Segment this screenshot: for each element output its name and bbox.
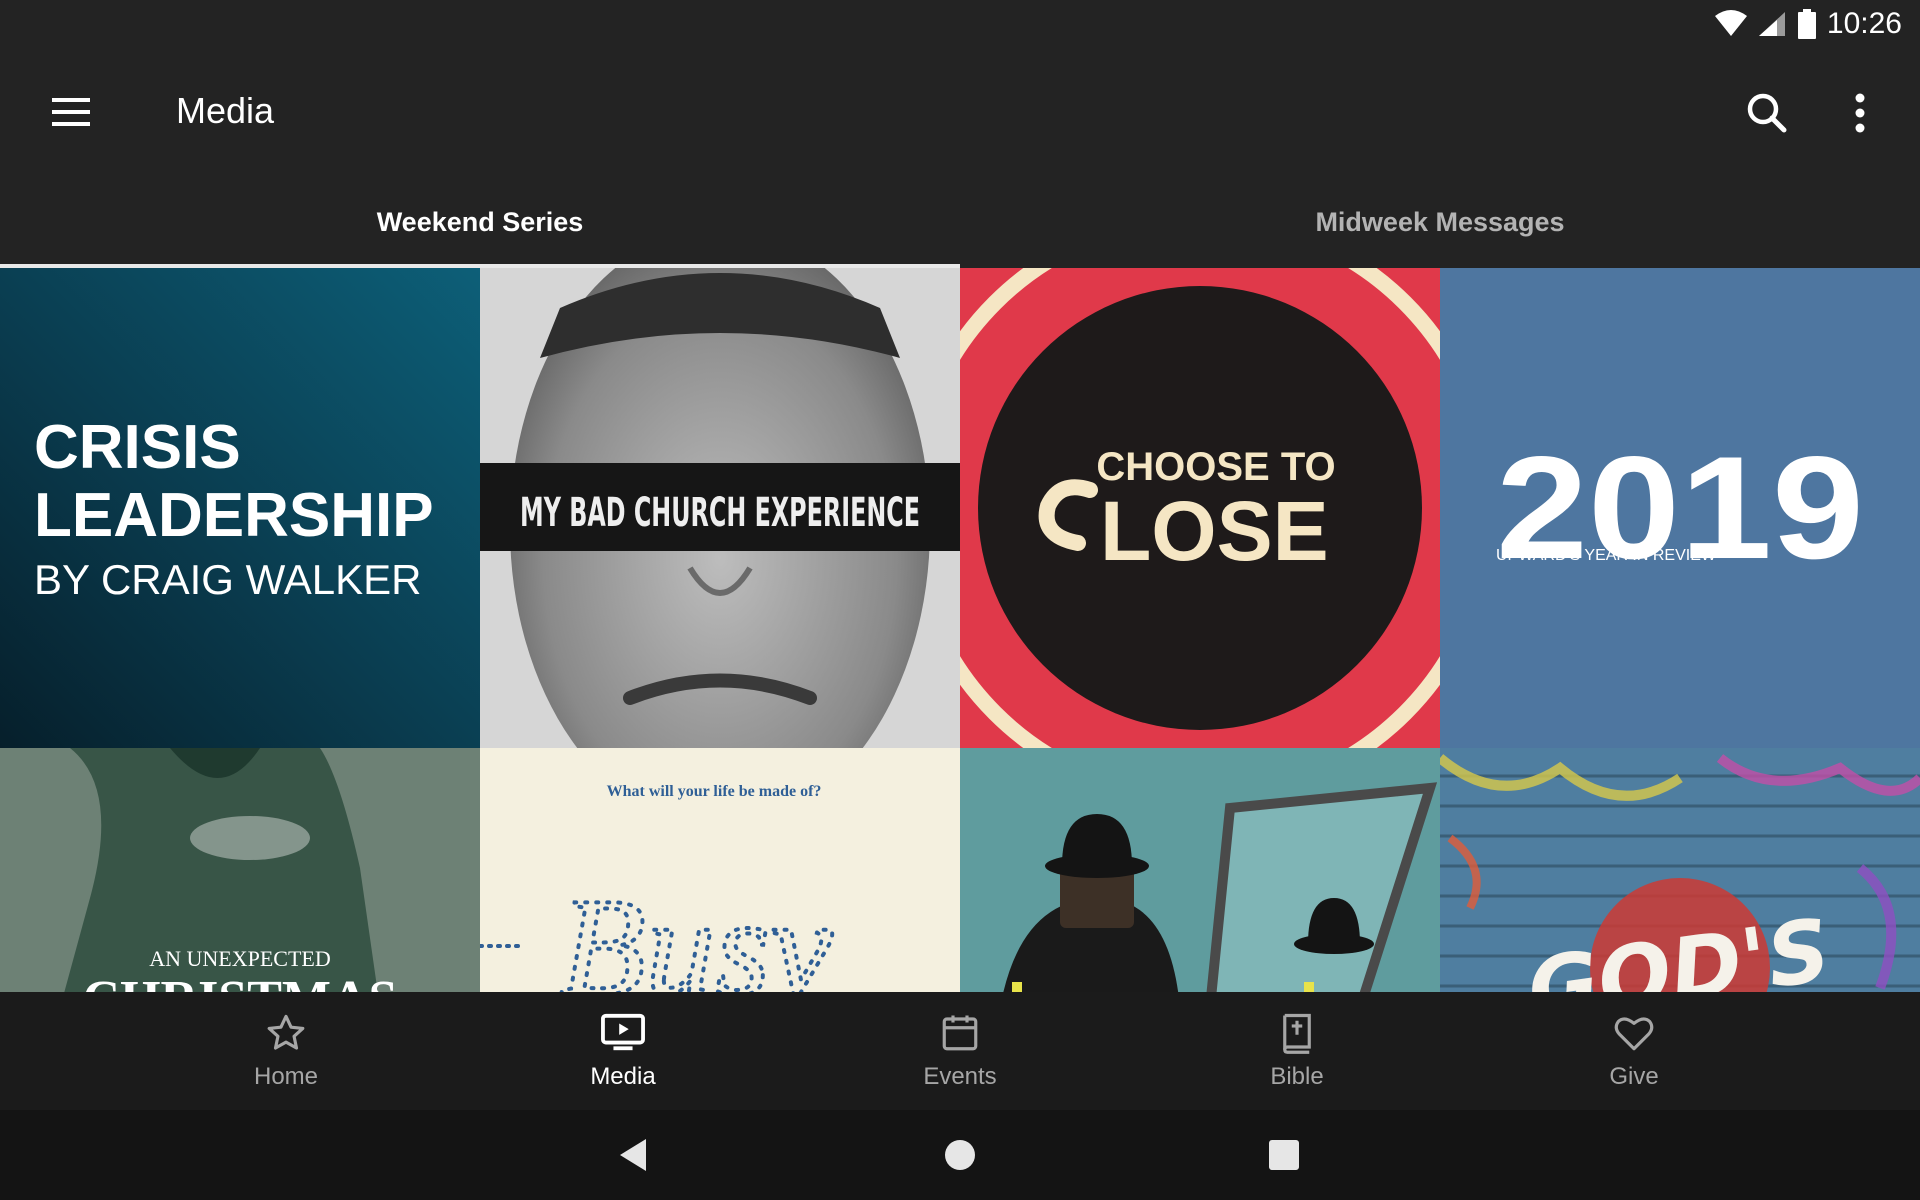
series-subtitle: BY CRAIG WALKER	[34, 556, 421, 603]
heart-icon	[1613, 1012, 1655, 1059]
series-tagline: What will your life be made of?	[607, 783, 822, 800]
more-vert-icon[interactable]	[1838, 88, 1882, 138]
nav-bible[interactable]: Bible	[1129, 992, 1466, 1110]
series-title-line2: CHRISTMAS	[83, 971, 398, 992]
back-icon[interactable]	[614, 1135, 654, 1175]
nav-label: Give	[1609, 1062, 1659, 1090]
series-tile-choose-to-lose[interactable]: CHOOSE TO LOSE	[960, 268, 1440, 748]
nav-events[interactable]: Events	[792, 992, 1129, 1110]
recents-icon[interactable]	[1264, 1135, 1304, 1175]
series-tile-mirror[interactable]	[960, 748, 1440, 992]
tab-bar: Weekend Series Midweek Messages	[0, 176, 1920, 268]
bible-icon	[1276, 1012, 1318, 1059]
calendar-icon	[939, 1012, 981, 1059]
series-title: 2019	[1496, 426, 1864, 589]
nav-home[interactable]: Home	[118, 992, 455, 1110]
nav-label: Events	[923, 1062, 997, 1090]
tv-icon	[600, 1012, 646, 1059]
series-title: MY BAD CHURCH EXPERIENCE	[520, 490, 920, 536]
series-tile-gods[interactable]: GOD'S	[1440, 748, 1920, 992]
status-bar: 10:26	[0, 0, 1920, 48]
clock: 10:26	[1826, 7, 1902, 40]
page-title: Media	[176, 90, 275, 131]
star-icon	[265, 1012, 307, 1059]
system-nav-bar	[0, 1110, 1920, 1200]
search-icon[interactable]	[1742, 88, 1792, 138]
nav-give[interactable]: Give	[1466, 992, 1803, 1110]
series-tile-busy[interactable]: What will your life be made of? Busy	[480, 748, 960, 992]
series-tile-my-bad-church-experience[interactable]: MY BAD CHURCH EXPERIENCE	[480, 268, 960, 748]
series-title-line2: LEADERSHIP	[34, 481, 434, 550]
series-title-line1: CHOOSE TO	[1096, 445, 1335, 489]
tab-weekend-series[interactable]: Weekend Series	[0, 176, 960, 268]
menu-icon[interactable]	[42, 90, 102, 134]
nav-label: Bible	[1270, 1062, 1324, 1090]
home-circle-icon[interactable]	[940, 1135, 980, 1175]
app-bar: Media	[0, 48, 1920, 176]
bottom-nav: Home Media Events Bible Give	[0, 992, 1920, 1110]
nav-label: Home	[253, 1062, 319, 1090]
series-title: Busy	[560, 870, 833, 992]
battery-icon	[1797, 9, 1817, 39]
wifi-icon	[1714, 10, 1747, 38]
series-title-line1: AN UNEXPECTED	[149, 946, 331, 971]
nav-label: Media	[590, 1062, 656, 1090]
series-title-line1: CRISIS	[34, 413, 241, 482]
series-tile-crisis-leadership[interactable]: CRISIS LEADERSHIP BY CRAIG WALKER	[0, 268, 480, 748]
nav-media[interactable]: Media	[455, 992, 792, 1110]
series-subtitle: UPWARD'S YEAR IN REVIEW	[1496, 547, 1717, 564]
series-title-line2: LOSE	[1100, 484, 1329, 578]
signal-icon	[1757, 10, 1787, 38]
tab-midweek-messages[interactable]: Midweek Messages	[960, 176, 1920, 268]
series-tile-2019[interactable]: 2019 UPWARD'S YEAR IN REVIEW	[1440, 268, 1920, 748]
series-tile-an-unexpected-christmas[interactable]: AN UNEXPECTED CHRISTMAS	[0, 748, 480, 992]
series-grid: CRISIS LEADERSHIP BY CRAIG WALKER MY BAD…	[0, 268, 1920, 992]
